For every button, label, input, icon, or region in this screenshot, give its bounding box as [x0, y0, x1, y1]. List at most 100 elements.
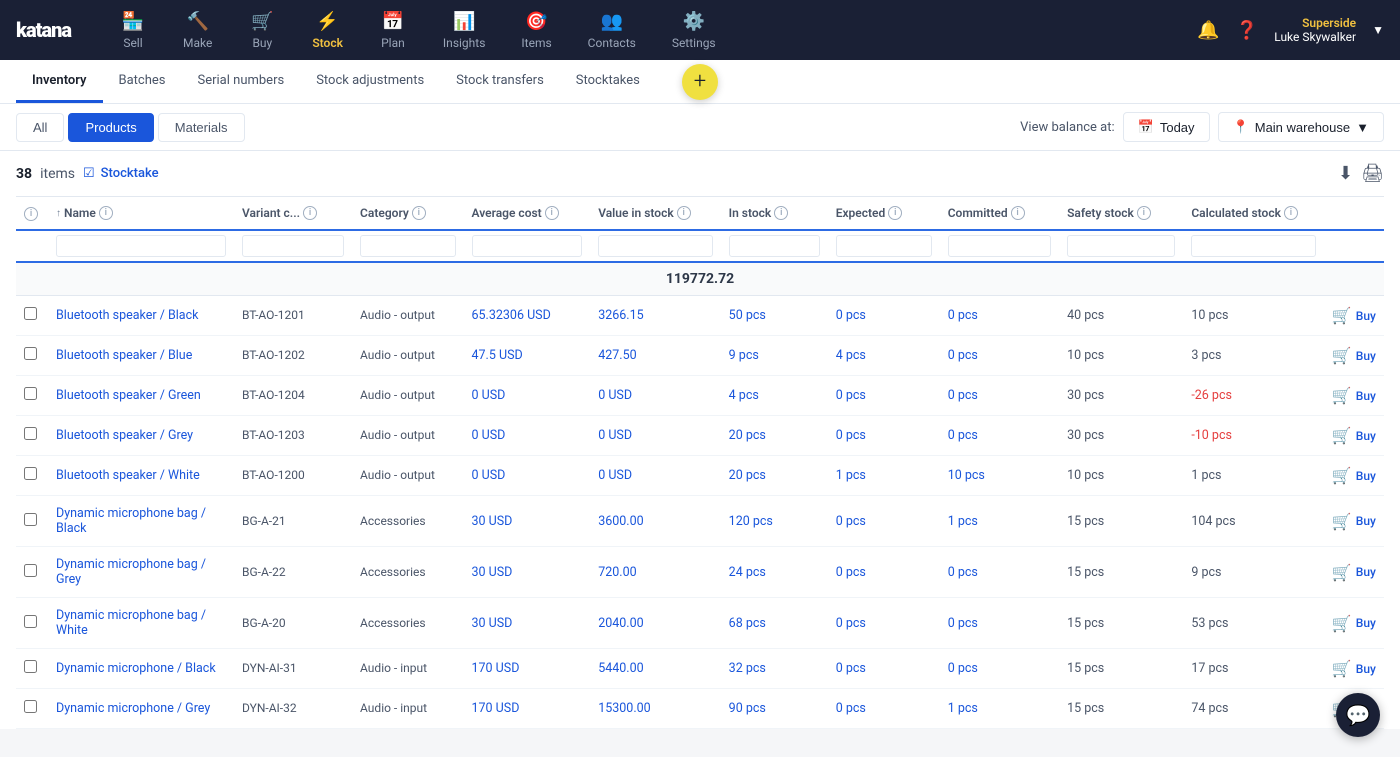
filter-avg-cost-input[interactable] [472, 235, 583, 257]
row-avg-cost[interactable]: 30 USD [472, 565, 513, 580]
row-name-link[interactable]: Dynamic microphone bag / White [56, 608, 206, 638]
filter-materials-button[interactable]: Materials [158, 113, 245, 142]
row-committed[interactable]: 0 pcs [948, 565, 978, 580]
buy-button[interactable]: 🛒 Buy [1332, 614, 1376, 633]
th-committed[interactable]: Committed i [940, 197, 1059, 230]
row-in-stock[interactable]: 50 pcs [729, 308, 766, 323]
row-in-stock[interactable]: 9 pcs [729, 348, 759, 363]
row-avg-cost[interactable]: 65.32306 USD [472, 308, 551, 323]
filter-variant-input[interactable] [242, 235, 344, 257]
row-avg-cost[interactable]: 30 USD [472, 514, 513, 529]
th-committed-info-icon[interactable]: i [1011, 206, 1025, 220]
row-committed[interactable]: 10 pcs [948, 468, 985, 483]
th-safety-stock[interactable]: Safety stock i [1059, 197, 1183, 230]
filter-all-button[interactable]: All [16, 113, 64, 142]
filter-safety-input[interactable] [1067, 235, 1175, 257]
nav-plan[interactable]: 📅 Plan [363, 3, 423, 58]
row-expected[interactable]: 0 pcs [836, 514, 866, 529]
row-expected[interactable]: 0 pcs [836, 428, 866, 443]
row-checkbox[interactable] [24, 700, 37, 713]
row-checkbox[interactable] [24, 467, 37, 480]
row-checkbox[interactable] [24, 387, 37, 400]
tab-stock-adjustments[interactable]: Stock adjustments [300, 61, 440, 103]
nav-stock[interactable]: ⚡ Stock [296, 3, 359, 58]
row-checkbox[interactable] [24, 347, 37, 360]
row-name-link[interactable]: Dynamic microphone bag / Black [56, 506, 206, 536]
nav-buy[interactable]: 🛒 Buy [232, 3, 292, 58]
row-value-stock[interactable]: 0 USD [598, 388, 632, 403]
row-checkbox[interactable] [24, 660, 37, 673]
row-expected[interactable]: 1 pcs [836, 468, 866, 483]
th-calc-stock-info-icon[interactable]: i [1284, 206, 1298, 220]
stocktake-button[interactable]: ☑ Stocktake [83, 166, 159, 181]
row-checkbox[interactable] [24, 427, 37, 440]
buy-button[interactable]: 🛒 Buy [1332, 346, 1376, 365]
row-value-stock[interactable]: 3266.15 [598, 308, 643, 323]
th-expected-info-icon[interactable]: i [888, 206, 902, 220]
row-value-stock[interactable]: 720.00 [598, 565, 636, 580]
filter-value-input[interactable] [598, 235, 712, 257]
row-value-stock[interactable]: 0 USD [598, 428, 632, 443]
th-category-info-icon[interactable]: i [412, 206, 426, 220]
row-in-stock[interactable]: 20 pcs [729, 468, 766, 483]
row-name-link[interactable]: Bluetooth speaker / Black [56, 308, 199, 323]
th-category[interactable]: Category i [352, 197, 463, 230]
nav-settings[interactable]: ⚙️ Settings [656, 3, 732, 58]
row-committed[interactable]: 0 pcs [948, 308, 978, 323]
row-checkbox[interactable] [24, 564, 37, 577]
row-in-stock[interactable]: 20 pcs [729, 428, 766, 443]
download-icon[interactable]: ⬇ [1338, 163, 1353, 184]
row-checkbox[interactable] [24, 615, 37, 628]
row-value-stock[interactable]: 427.50 [598, 348, 636, 363]
th-safety-stock-info-icon[interactable]: i [1137, 206, 1151, 220]
row-expected[interactable]: 4 pcs [836, 348, 866, 363]
row-committed[interactable]: 0 pcs [948, 388, 978, 403]
row-name-link[interactable]: Bluetooth speaker / White [56, 468, 200, 483]
row-avg-cost[interactable]: 170 USD [472, 701, 520, 716]
buy-button[interactable]: 🛒 Buy [1332, 466, 1376, 485]
row-name-link[interactable]: Dynamic microphone bag / Grey [56, 557, 206, 587]
date-picker-button[interactable]: 📅 Today [1123, 112, 1210, 142]
th-avg-cost-info-icon[interactable]: i [545, 206, 559, 220]
chat-button[interactable]: 💬 [1336, 693, 1380, 737]
print-icon[interactable]: 🖨 [1361, 163, 1384, 184]
row-committed[interactable]: 0 pcs [948, 616, 978, 631]
info-circle-icon[interactable]: i [24, 207, 38, 221]
row-avg-cost[interactable]: 170 USD [472, 661, 520, 676]
nav-items[interactable]: 🎯 Items [505, 3, 567, 58]
row-expected[interactable]: 0 pcs [836, 565, 866, 580]
row-committed[interactable]: 0 pcs [948, 348, 978, 363]
add-button[interactable]: + [682, 64, 718, 100]
th-in-stock-info-icon[interactable]: i [774, 206, 788, 220]
row-expected[interactable]: 0 pcs [836, 701, 866, 716]
row-committed[interactable]: 1 pcs [948, 701, 978, 716]
buy-button[interactable]: 🛒 Buy [1332, 512, 1376, 531]
row-in-stock[interactable]: 4 pcs [729, 388, 759, 403]
nav-make[interactable]: 🔨 Make [167, 3, 228, 58]
buy-button[interactable]: 🛒 Buy [1332, 306, 1376, 325]
tab-batches[interactable]: Batches [103, 61, 182, 103]
row-name-link[interactable]: Bluetooth speaker / Green [56, 388, 201, 403]
logo[interactable]: katana [16, 18, 71, 42]
tab-stocktakes[interactable]: Stocktakes [560, 61, 656, 103]
row-expected[interactable]: 0 pcs [836, 308, 866, 323]
row-value-stock[interactable]: 2040.00 [598, 616, 643, 631]
th-in-stock[interactable]: In stock i [721, 197, 828, 230]
row-in-stock[interactable]: 68 pcs [729, 616, 766, 631]
warehouse-selector-button[interactable]: 📍 Main warehouse ▼ [1218, 112, 1384, 142]
row-value-stock[interactable]: 5440.00 [598, 661, 643, 676]
th-name[interactable]: ↑ Name i [48, 197, 234, 230]
th-calculated-stock[interactable]: Calculated stock i [1183, 197, 1324, 230]
th-average-cost[interactable]: Average cost i [464, 197, 591, 230]
buy-button[interactable]: 🛒 Buy [1332, 659, 1376, 678]
th-value-stock-info-icon[interactable]: i [677, 206, 691, 220]
row-value-stock[interactable]: 15300.00 [598, 701, 650, 716]
row-in-stock[interactable]: 120 pcs [729, 514, 773, 529]
tab-stock-transfers[interactable]: Stock transfers [440, 61, 560, 103]
th-name-info-icon[interactable]: i [99, 206, 113, 220]
row-in-stock[interactable]: 24 pcs [729, 565, 766, 580]
nav-sell[interactable]: 🏪 Sell [103, 3, 163, 58]
row-avg-cost[interactable]: 30 USD [472, 616, 513, 631]
nav-insights[interactable]: 📊 Insights [427, 3, 501, 58]
row-avg-cost[interactable]: 0 USD [472, 428, 506, 443]
